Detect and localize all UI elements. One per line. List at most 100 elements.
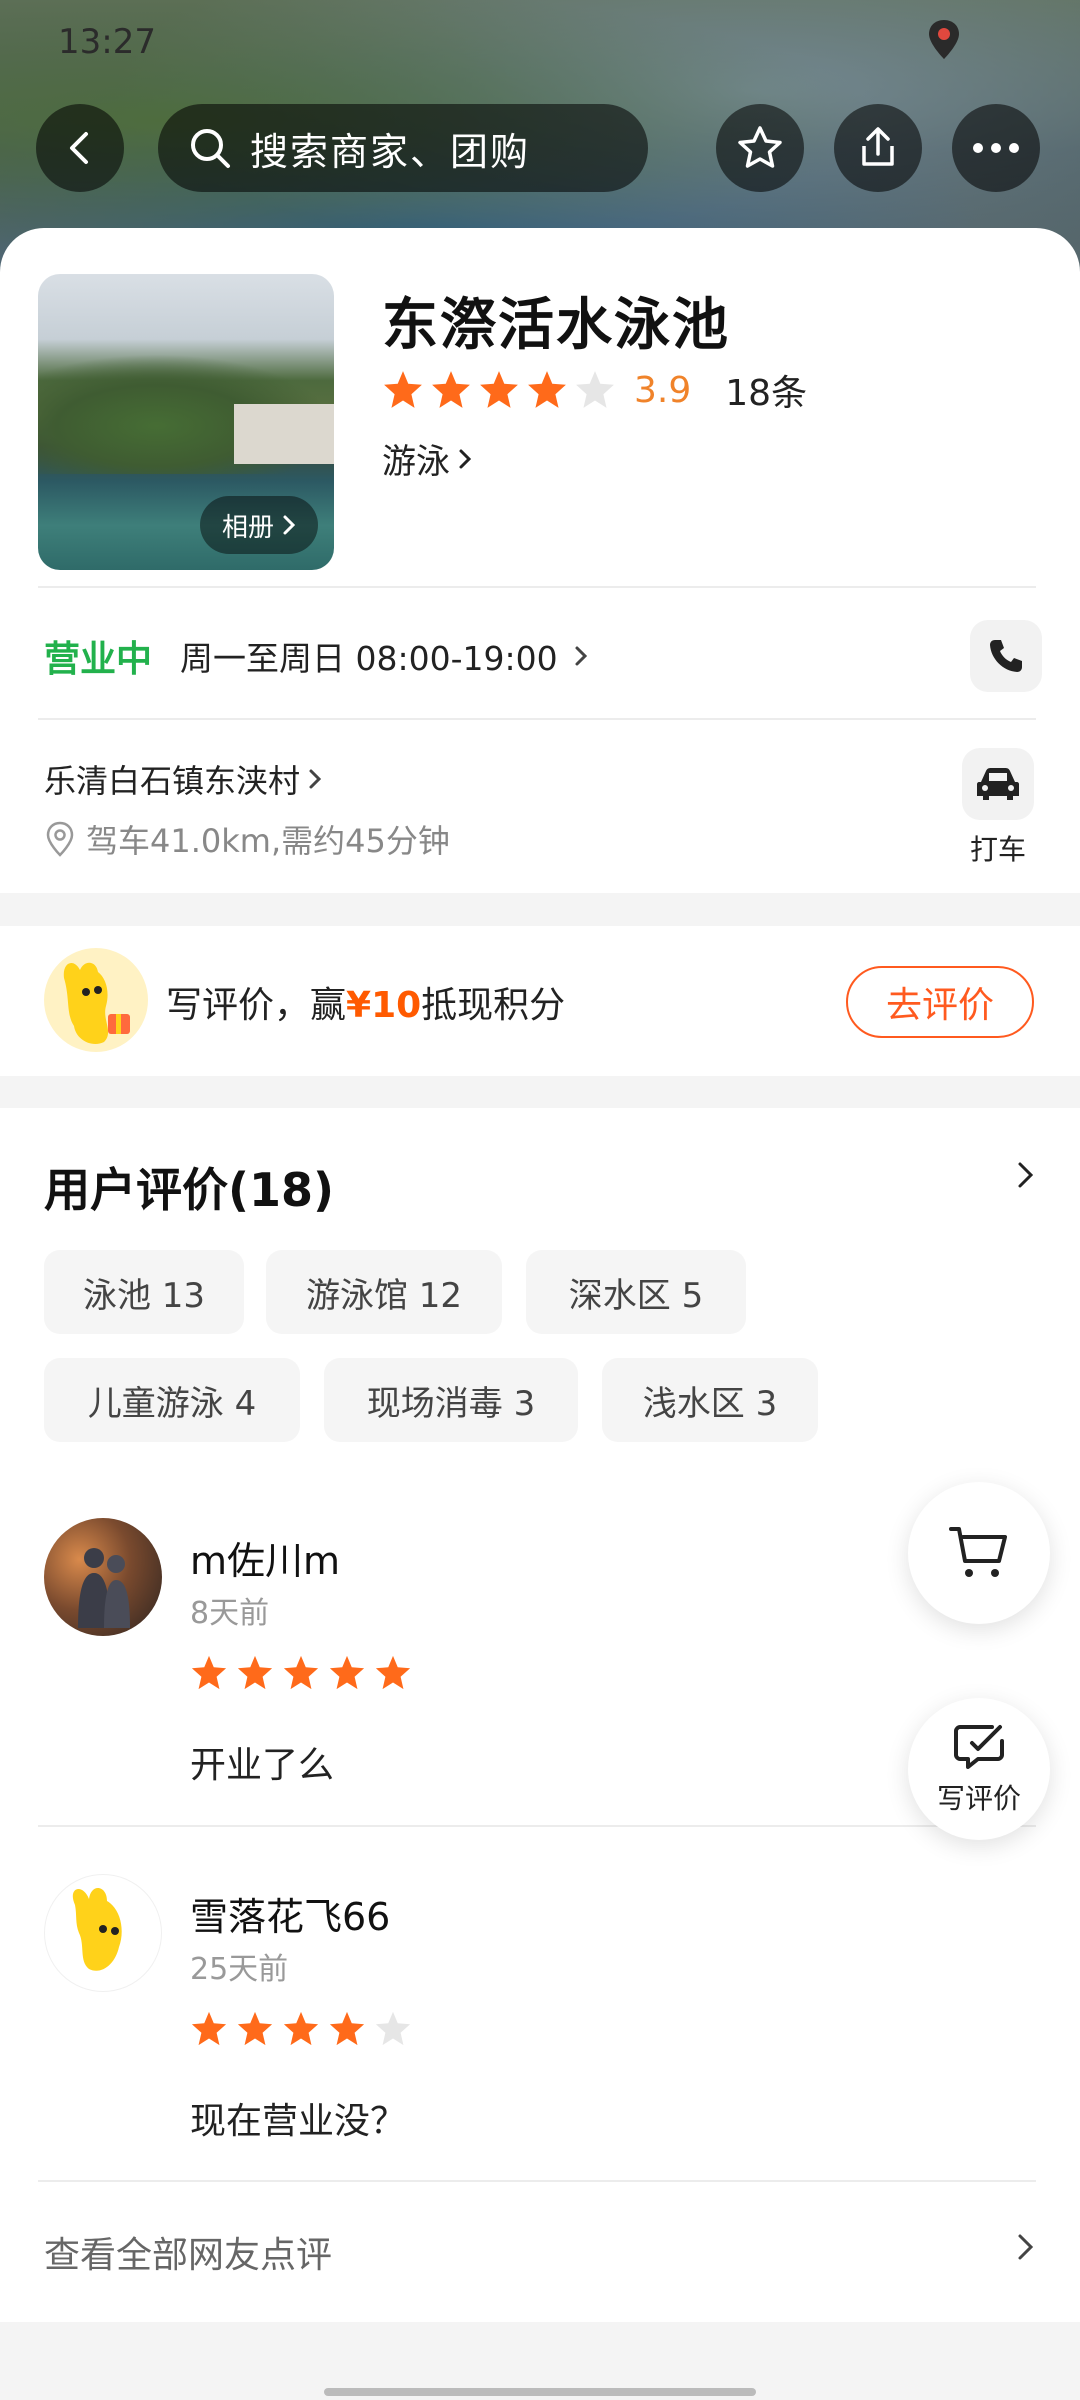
- review-stars: [190, 1654, 412, 1692]
- star-filled-icon: [329, 1655, 365, 1690]
- chevron-right-icon[interactable]: [1016, 1158, 1036, 1192]
- review-time: 8天前: [190, 1596, 270, 1631]
- favorite-button[interactable]: [716, 104, 804, 192]
- search-placeholder: 搜索商家、团购: [250, 129, 531, 174]
- promo-text: 写评价，赢¥10抵现积分: [166, 976, 565, 1028]
- car-icon: [977, 768, 1019, 800]
- category-label: 游泳: [382, 442, 450, 482]
- review-tag[interactable]: 泳池 13: [44, 1250, 244, 1334]
- more-icon: [973, 143, 1019, 153]
- back-button[interactable]: [36, 104, 124, 192]
- see-all-reviews-link[interactable]: 查看全部网友点评: [44, 2226, 332, 2278]
- star-filled-icon: [432, 371, 470, 408]
- shop-name: 东漈活水泳池: [382, 293, 730, 358]
- mascot-avatar-icon: [72, 1887, 122, 1971]
- chevron-right-icon: [283, 515, 296, 535]
- search-icon: [191, 129, 230, 168]
- business-hours: 周一至周日 08:00-19:00: [180, 639, 558, 678]
- reviewer-name: m佐川m: [190, 1539, 341, 1583]
- write-review-label: 写评价: [936, 1782, 1021, 1815]
- star-filled-icon: [237, 2011, 273, 2046]
- mascot-icon: [63, 962, 130, 1045]
- go-review-button[interactable]: 去评价: [846, 966, 1034, 1038]
- status-time: 13:27: [58, 22, 156, 62]
- home-indicator: [324, 2388, 756, 2396]
- chevron-right-icon: [459, 449, 472, 468]
- business-hours-row[interactable]: 营业中 周一至周日 08:00-19:00: [44, 620, 1044, 692]
- share-button[interactable]: [834, 104, 922, 192]
- album-button[interactable]: 相册: [199, 496, 318, 554]
- chevron-right-icon: [309, 769, 322, 789]
- review-tag[interactable]: 浅水区 3: [602, 1358, 818, 1442]
- more-button[interactable]: [952, 104, 1040, 192]
- rating-row[interactable]: 3.9 18条: [382, 366, 807, 414]
- promo-text-after: 抵现积分: [421, 985, 566, 1026]
- category-link[interactable]: 游泳: [382, 434, 472, 483]
- location-pin-icon: [929, 20, 959, 59]
- avatar[interactable]: [44, 1518, 162, 1636]
- promo-text-before: 写评价，赢: [166, 985, 347, 1026]
- avatar-photo: [78, 1548, 130, 1628]
- review-item[interactable]: 雪落花飞66 25天前 现在营业没？: [44, 1874, 1036, 2174]
- back-icon: [70, 132, 88, 164]
- star-filled-icon: [375, 1655, 411, 1690]
- review-tag[interactable]: 儿童游泳 4: [44, 1358, 300, 1442]
- chevron-right-icon: [575, 646, 587, 666]
- review-stars: [190, 2010, 412, 2048]
- review-item[interactable]: m佐川m 8天前 开业了么: [44, 1518, 1036, 1818]
- address-text: 乐清白石镇东浃村: [44, 762, 301, 800]
- promo-reward: ¥10: [346, 985, 422, 1026]
- star-filled-icon: [384, 371, 422, 408]
- distance-row: 驾车41.0km,需约45分钟: [44, 816, 450, 862]
- cart-button[interactable]: [908, 1482, 1050, 1624]
- review-count: 18条: [725, 373, 808, 414]
- reviews-title: 用户评价(18): [44, 1163, 335, 1217]
- mascot-image: [44, 948, 148, 1052]
- star-filled-icon: [191, 1655, 227, 1690]
- review-time: 25天前: [190, 1952, 289, 1987]
- review-tag[interactable]: 现场消毒 3: [324, 1358, 578, 1442]
- share-icon: [862, 127, 894, 166]
- reviewer-name: 雪落花飞66: [190, 1895, 391, 1939]
- phone-icon: [990, 640, 1022, 672]
- edit-review-icon: [954, 1725, 1004, 1769]
- star-outline-icon: [738, 126, 782, 168]
- review-tag[interactable]: 深水区 5: [526, 1250, 746, 1334]
- divider: [38, 718, 1036, 720]
- chevron-right-icon[interactable]: [1016, 2230, 1036, 2264]
- star-filled-icon: [191, 2011, 227, 2046]
- star-filled-icon: [329, 2011, 365, 2046]
- album-label: 相册: [221, 512, 274, 543]
- review-text: 开业了么: [190, 1745, 335, 1786]
- review-text: 现在营业没？: [190, 2101, 407, 2142]
- divider: [38, 586, 1036, 588]
- star-filled-icon: [283, 1655, 319, 1690]
- shop-photo[interactable]: 相册: [38, 274, 334, 570]
- address-link[interactable]: 乐清白石镇东浃村: [44, 756, 322, 802]
- distance-text: 驾车41.0km,需约45分钟: [86, 822, 450, 860]
- shop-info-card: 相册 东漈活水泳池 3.9 18条 游泳 营业中 周一至周日 08:00-19:…: [0, 228, 1080, 893]
- photo-building: [234, 404, 334, 464]
- taxi-label: 打车: [969, 833, 1026, 866]
- star-filled-icon: [283, 2011, 319, 2046]
- top-nav-bar: 搜索商家、团购: [0, 104, 1080, 196]
- divider: [38, 1825, 1036, 1827]
- review-tag[interactable]: 游泳馆 12: [266, 1250, 502, 1334]
- star-filled-icon: [528, 371, 566, 408]
- avatar[interactable]: [44, 1874, 162, 1992]
- rating-stars: [382, 369, 616, 411]
- call-button[interactable]: [970, 620, 1042, 692]
- taxi-button[interactable]: 打车: [960, 748, 1036, 868]
- divider: [38, 2180, 1036, 2182]
- write-review-button[interactable]: 写评价: [908, 1698, 1050, 1840]
- open-status: 营业中: [44, 639, 153, 680]
- location-icon: [46, 821, 74, 857]
- cart-icon: [949, 1527, 1007, 1577]
- star-empty-icon: [576, 371, 614, 408]
- star-empty-icon: [375, 2011, 411, 2046]
- user-reviews-section: 用户评价(18) 泳池 13 游泳馆 12 深水区 5 儿童游泳 4 现场消毒 …: [0, 1108, 1080, 2322]
- star-filled-icon: [237, 1655, 273, 1690]
- star-filled-icon: [480, 371, 518, 408]
- search-bar[interactable]: 搜索商家、团购: [158, 104, 648, 192]
- rating-score: 3.9: [634, 369, 692, 411]
